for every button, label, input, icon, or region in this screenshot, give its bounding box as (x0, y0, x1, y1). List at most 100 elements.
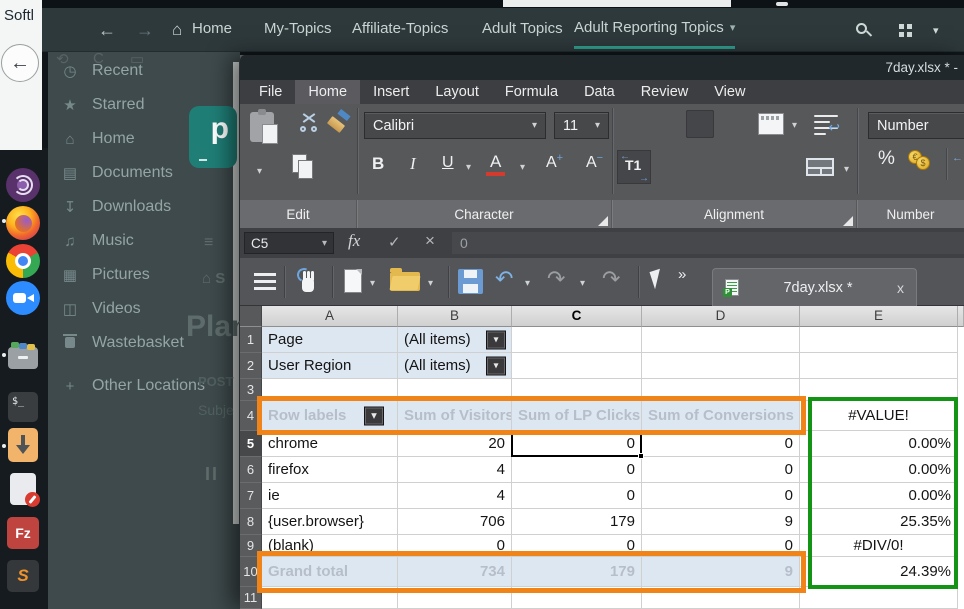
dock-downloader[interactable] (4, 426, 42, 464)
menu-home[interactable]: Home (295, 80, 360, 104)
menu-review[interactable]: Review (628, 80, 702, 104)
cell-frame-icon[interactable] (758, 113, 784, 135)
col-header-F[interactable] (958, 306, 964, 327)
font-color-button[interactable]: A (490, 152, 501, 172)
toolbar-chevron-down-icon[interactable]: ▾ (933, 8, 939, 52)
cell-D6[interactable]: 0 (642, 457, 800, 483)
cell-B11[interactable] (398, 587, 512, 609)
cancel-entry-icon[interactable]: × (425, 231, 435, 251)
nav-item-home[interactable]: Home (192, 8, 232, 49)
cell-A8[interactable]: {user.browser} (262, 509, 398, 535)
cell-C1[interactable] (512, 327, 642, 353)
cell-dropdown-button[interactable]: ▾ (486, 356, 506, 375)
row-header-2[interactable]: 2 (240, 353, 262, 379)
cell-E5[interactable]: 0.00% (800, 431, 958, 457)
row-header-6[interactable]: 6 (240, 457, 262, 483)
cell-A3[interactable] (262, 379, 398, 401)
select-pointer-icon[interactable] (649, 269, 665, 290)
open-file-caret-icon[interactable]: ▾ (428, 278, 433, 289)
italic-button[interactable]: I (410, 154, 416, 174)
save-icon[interactable] (458, 269, 483, 294)
row-header-7[interactable]: 7 (240, 483, 262, 509)
menu-view[interactable]: View (701, 80, 758, 104)
cell-C8[interactable]: 179 (512, 509, 642, 535)
new-document-icon[interactable] (344, 269, 362, 293)
cell-A4[interactable]: Row labels▾ (262, 401, 398, 431)
cell-A11[interactable] (262, 587, 398, 609)
apps-grid-icon[interactable] (899, 24, 904, 29)
back-button[interactable]: ← (1, 44, 39, 82)
number-format-combo[interactable]: Number (868, 112, 964, 139)
cell-C3[interactable] (512, 379, 642, 401)
undo-caret-icon[interactable]: ▾ (525, 278, 530, 289)
nav-back-icon[interactable]: ← (98, 8, 116, 52)
redo-icon[interactable]: ↷ (547, 266, 565, 292)
cell-C6[interactable]: 0 (512, 457, 642, 483)
paste-caret-icon[interactable]: ▾ (257, 166, 262, 177)
cell-E10[interactable]: 24.39% (800, 557, 958, 587)
cell-D1[interactable] (642, 327, 800, 353)
cell-C11[interactable] (512, 587, 642, 609)
row-header-9[interactable]: 9 (240, 535, 262, 557)
cell-E11[interactable] (800, 587, 958, 609)
cell-A10[interactable]: Grand total (262, 557, 398, 587)
row-header-10[interactable]: 10 (240, 557, 262, 587)
row-header-11[interactable]: 11 (240, 587, 262, 609)
row-header-5[interactable]: 5 (240, 431, 262, 457)
menu-file[interactable]: File (246, 80, 295, 104)
cell-C7[interactable]: 0 (512, 483, 642, 509)
repeat-icon[interactable]: ↷ (602, 266, 620, 292)
cell-E3[interactable] (800, 379, 958, 401)
menu-formula[interactable]: Formula (492, 80, 571, 104)
col-header-C[interactable]: C (512, 306, 642, 327)
row-header-4[interactable]: 4 (240, 401, 262, 431)
align-bottom-button[interactable] (686, 110, 714, 138)
underline-caret-icon[interactable]: ▾ (466, 162, 471, 173)
col-header-B[interactable]: B (398, 306, 512, 327)
cell-E9[interactable]: #DIV/0! (800, 535, 958, 557)
cell-A1[interactable]: Page (262, 327, 398, 353)
cut-scissors-icon[interactable] (298, 110, 320, 132)
justify-button[interactable] (760, 152, 788, 180)
cell-A7[interactable]: ie (262, 483, 398, 509)
cell-A2[interactable]: User Region (262, 353, 398, 379)
nav-forward-icon[interactable]: → (136, 8, 154, 52)
dialog-launcher-icon[interactable] (598, 216, 608, 226)
cell-D4[interactable]: Sum of Conversions (642, 401, 800, 431)
tab-close-icon[interactable]: x (897, 280, 904, 296)
new-document-caret-icon[interactable]: ▾ (370, 278, 375, 289)
cell-B7[interactable]: 4 (398, 483, 512, 509)
font-size-combo[interactable]: 11 ▾ (554, 112, 609, 139)
cell-C4[interactable]: Sum of LP Clicks (512, 401, 642, 431)
grid-corner[interactable] (240, 306, 262, 327)
menu-layout[interactable]: Layout (422, 80, 492, 104)
window-titlebar[interactable]: 7day.xlsx * - (240, 55, 964, 80)
align-left-button[interactable] (658, 152, 686, 180)
underline-button[interactable]: U (442, 154, 454, 172)
dock-sublime-text[interactable]: S (4, 557, 42, 595)
text-orientation-button[interactable]: ← T1 → (617, 150, 651, 184)
merge-cells-caret-icon[interactable]: ▾ (844, 164, 849, 175)
cell-frame-caret-icon[interactable]: ▾ (792, 120, 797, 131)
col-header-A[interactable]: A (262, 306, 398, 327)
cell-B5[interactable]: 20 (398, 431, 512, 457)
dock-chrome[interactable] (4, 242, 42, 280)
redo-caret-icon[interactable]: ▾ (580, 278, 585, 289)
cell-D2[interactable] (642, 353, 800, 379)
dock-filezilla[interactable]: Fz (4, 514, 42, 552)
hamburger-menu-icon[interactable] (254, 273, 276, 276)
dock-zoom[interactable] (4, 279, 42, 317)
nav-item-affiliate-topics[interactable]: Affiliate-Topics (352, 8, 448, 49)
search-icon[interactable] (856, 23, 867, 34)
cell-B9[interactable]: 0 (398, 535, 512, 557)
align-top-button[interactable] (618, 110, 646, 138)
cell-E1[interactable] (800, 327, 958, 353)
cell-C10[interactable]: 179 (512, 557, 642, 587)
row-header-3[interactable]: 3 (240, 379, 262, 401)
dock-terminal[interactable]: $_ (4, 388, 42, 426)
menu-insert[interactable]: Insert (360, 80, 422, 104)
cell-D9[interactable]: 0 (642, 535, 800, 557)
cell-D11[interactable] (642, 587, 800, 609)
align-middle-button[interactable] (652, 110, 680, 138)
cell-A6[interactable]: firefox (262, 457, 398, 483)
